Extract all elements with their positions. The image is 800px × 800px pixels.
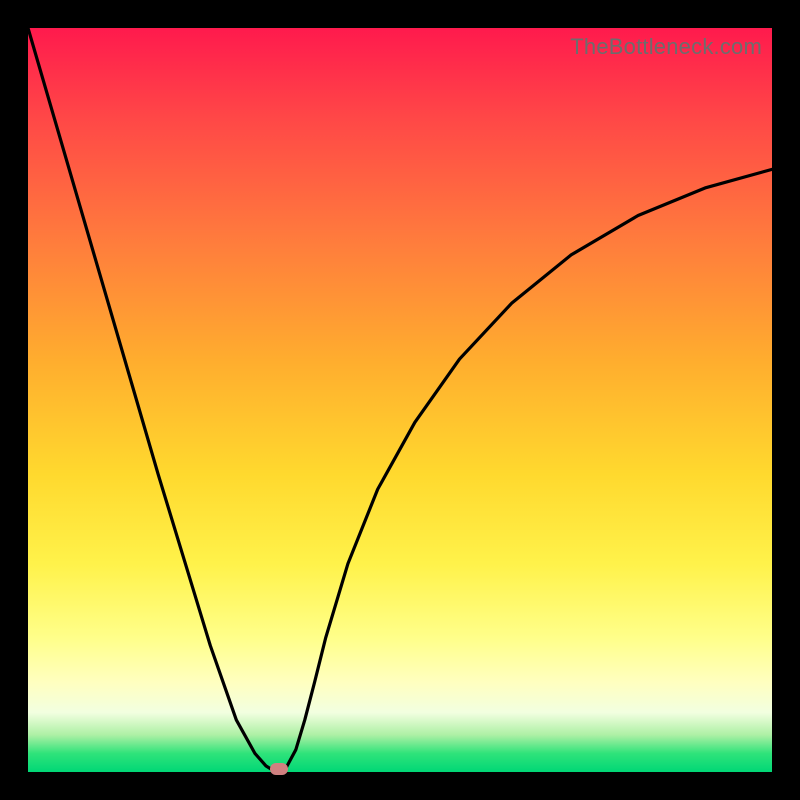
bottleneck-curve-path bbox=[28, 28, 772, 772]
plot-area: TheBottleneck.com bbox=[28, 28, 772, 772]
chart-frame: TheBottleneck.com bbox=[0, 0, 800, 800]
curve-layer bbox=[28, 28, 772, 772]
min-marker bbox=[270, 763, 288, 775]
